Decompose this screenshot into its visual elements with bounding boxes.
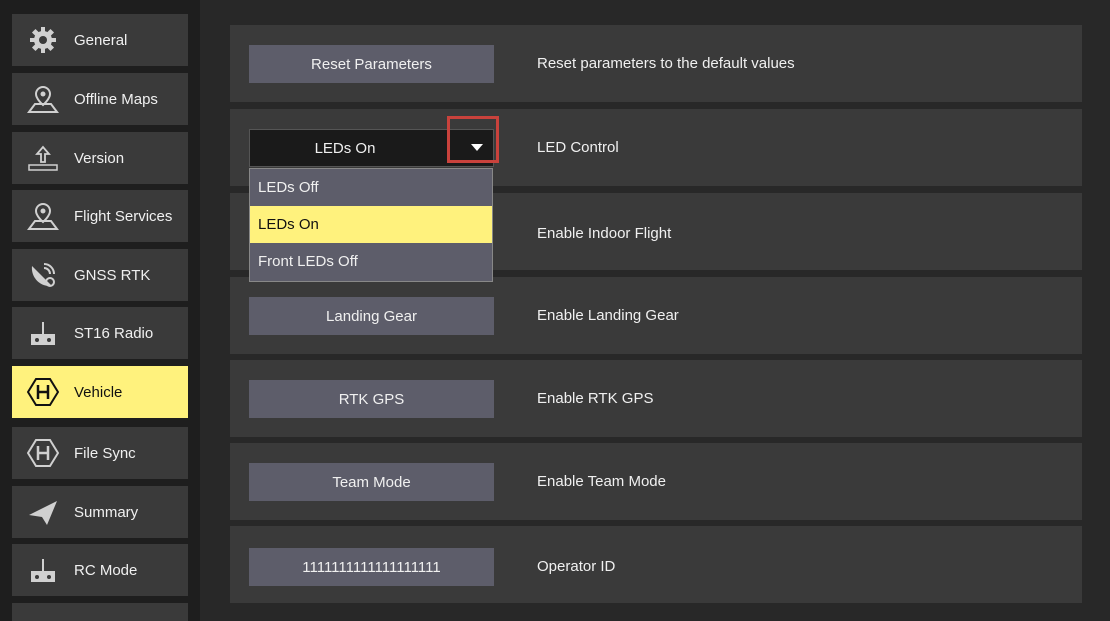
sidebar-item-label: Flight Services [74, 207, 173, 225]
sidebar-item-partial[interactable] [12, 603, 188, 621]
radio-controller-icon [26, 553, 60, 587]
sidebar: General Offline Maps Version Flight Serv… [0, 0, 200, 621]
sidebar-item-version[interactable]: Version [12, 132, 188, 184]
sidebar-item-st16-radio[interactable]: ST16 Radio [12, 307, 188, 359]
dropdown-option-leds-off[interactable]: LEDs Off [250, 169, 492, 206]
operator-id-field[interactable]: 1111111111111111111 [249, 548, 494, 586]
led-dropdown-list: LEDs Off LEDs On Front LEDs Off [249, 168, 493, 282]
sidebar-item-label: ST16 Radio [74, 324, 154, 342]
sidebar-item-summary[interactable]: Summary [12, 486, 188, 538]
satellite-icon [26, 258, 60, 292]
sidebar-item-file-sync[interactable]: File Sync [12, 427, 188, 479]
team-mode-description: Enable Team Mode [537, 473, 666, 490]
sidebar-item-general[interactable]: General [12, 14, 188, 66]
sidebar-item-rc-mode[interactable]: RC Mode [12, 544, 188, 596]
sidebar-item-label: File Sync [74, 444, 136, 462]
paper-plane-icon [26, 495, 60, 529]
reset-parameters-button[interactable]: Reset Parameters [249, 45, 494, 83]
hexagon-h-icon [26, 375, 60, 409]
reset-parameters-description: Reset parameters to the default values [537, 55, 795, 72]
dropdown-option-leds-on[interactable]: LEDs On [250, 206, 492, 243]
operator-id-row: 1111111111111111111 Operator ID [230, 526, 1082, 603]
landing-gear-description: Enable Landing Gear [537, 307, 679, 324]
rtk-gps-row: RTK GPS Enable RTK GPS [230, 360, 1082, 437]
sidebar-item-vehicle[interactable]: Vehicle [12, 366, 188, 418]
led-control-description: LED Control [537, 139, 619, 156]
sidebar-item-label: GNSS RTK [74, 266, 151, 284]
led-control-value: LEDs On [314, 139, 376, 157]
landing-gear-row: Landing Gear Enable Landing Gear [230, 277, 1082, 354]
radio-controller-icon [26, 316, 60, 350]
sidebar-item-label: General [74, 31, 128, 49]
sidebar-item-label: Summary [74, 503, 139, 521]
landing-gear-button[interactable]: Landing Gear [249, 297, 494, 335]
upload-icon [26, 141, 60, 175]
indoor-flight-description: Enable Indoor Flight [537, 225, 672, 242]
team-mode-row: Team Mode Enable Team Mode [230, 443, 1082, 520]
sidebar-item-flight-services[interactable]: Flight Services [12, 190, 188, 242]
sidebar-item-offline-maps[interactable]: Offline Maps [12, 73, 188, 125]
hexagon-h-icon [26, 436, 60, 470]
rtk-gps-description: Enable RTK GPS [537, 390, 654, 407]
sidebar-item-label: RC Mode [74, 561, 138, 579]
rtk-gps-button[interactable]: RTK GPS [249, 380, 494, 418]
sidebar-item-label: Offline Maps [74, 90, 158, 108]
sidebar-item-label: Vehicle [74, 383, 123, 401]
sidebar-item-gnss-rtk[interactable]: GNSS RTK [12, 249, 188, 301]
map-pin-icon [26, 199, 60, 233]
team-mode-button[interactable]: Team Mode [249, 463, 494, 501]
gear-icon [26, 23, 60, 57]
sidebar-item-label: Version [74, 149, 125, 167]
map-pin-icon [26, 82, 60, 116]
highlight-box [447, 116, 499, 163]
dropdown-option-front-leds-off[interactable]: Front LEDs Off [250, 243, 492, 280]
reset-parameters-row: Reset Parameters Reset parameters to the… [230, 25, 1082, 102]
operator-id-description: Operator ID [537, 558, 616, 575]
